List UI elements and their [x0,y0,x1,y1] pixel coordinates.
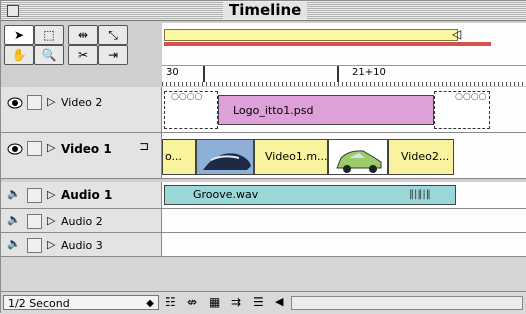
eye-icon[interactable] [7,141,23,155]
lock-box[interactable] [27,238,42,253]
in-point-marker[interactable] [200,66,205,82]
render-bar [164,42,491,46]
lock-box[interactable] [27,141,42,156]
clip-partial[interactable]: o... [162,139,196,175]
hand-tool[interactable]: ✋ [4,45,34,65]
work-area-bar[interactable] [164,29,458,41]
link-tool[interactable]: ⤡ [98,25,128,45]
expand-triangle-icon[interactable]: ▷ [47,238,55,251]
chevron-updown-icon: ◆ [146,298,154,309]
track-name-audio3: Audio 3 [61,239,103,252]
speaker-icon[interactable]: 🔈 [7,187,21,200]
timeline-window: Timeline ➤ ⬚ ⇹ ⤡ ✋ 🔍 ✂ ⇥ ◁ 30 21+10 ▷ Vi… [0,0,526,314]
track-tool[interactable]: ⇹ [68,25,98,45]
clip-groove-label: Groove.wav [193,188,259,201]
lock-box[interactable] [27,188,42,203]
scroll-left-arrow-icon[interactable]: ◀ [275,295,283,308]
ruler-label-start: 30 [166,67,179,78]
timeline-header: ◁ 30 21+10 [162,23,526,86]
lock-box[interactable] [27,214,42,229]
time-unit-select[interactable]: 1/2 Second ◆ [3,295,159,310]
expand-triangle-icon[interactable]: ▷ [47,95,55,108]
speaker-icon[interactable]: 🔈 [7,237,21,250]
empty-track-area[interactable] [1,257,526,291]
status-bar: 1/2 Second ◆ ☷ ⇎ ▦ ⇉ ☰ ◀ [1,291,526,314]
track-mode-icon[interactable]: ⊐ [139,139,149,153]
clip-logo[interactable]: Logo_itto1.psd [218,95,434,125]
zoom-tool[interactable]: 🔍 [34,45,64,65]
track-video1[interactable]: o... Video1.m... Video2... [162,133,526,179]
eye-icon[interactable] [7,95,23,109]
lock-box[interactable] [27,95,42,110]
track-name-video1: Video 1 [61,142,112,156]
edge-tool[interactable]: ⇥ [98,45,128,65]
car-thumbnail[interactable] [328,139,388,175]
sync-mode-icon[interactable]: ☰ [253,295,264,309]
edge-view-icon[interactable]: ▦ [209,295,220,309]
transition-out[interactable]: ○○○○ [434,91,490,129]
track-format-icon[interactable]: ☷ [165,295,176,309]
track-header-audio2[interactable]: 🔈 ▷ Audio 2 [1,209,162,233]
track-audio2[interactable] [162,209,526,233]
title-bar[interactable]: Timeline [1,1,526,21]
razor-tool[interactable]: ✂ [68,45,98,65]
select-tool[interactable]: ➤ [4,25,34,45]
track-header-video2[interactable]: ▷ Video 2 [1,87,162,133]
window-title: Timeline [223,2,308,19]
track-header-video1[interactable]: ▷ Video 1 ⊐ [1,133,162,179]
snap-edges-icon[interactable]: ⇎ [187,295,197,309]
tool-palette: ➤ ⬚ ⇹ ⤡ ✋ 🔍 ✂ ⇥ [4,25,156,85]
transition-in[interactable]: ○○○○ [164,91,218,129]
clip-video2[interactable]: Video2... [388,139,454,175]
shift-tracks-icon[interactable]: ⇉ [231,295,241,309]
track-audio1[interactable]: Groove.wav ‖|‖|‖ [162,182,526,209]
track-video2[interactable]: ○○○○ Logo_itto1.psd ○○○○ [162,87,526,133]
work-area-handle-icon[interactable]: ◁ [452,27,461,41]
waveform-icon: ‖|‖|‖ [409,189,431,200]
ruler-label-mid: 21+10 [352,67,386,78]
time-unit-label: 1/2 Second [8,297,70,310]
track-audio3[interactable] [162,233,526,257]
ruler-ticks [162,82,526,86]
track-header-audio1[interactable]: 🔈 ▷ Audio 1 [1,182,162,209]
clip-groove[interactable]: Groove.wav ‖|‖|‖ [164,185,456,205]
expand-triangle-icon[interactable]: ▷ [47,188,55,201]
close-box[interactable] [7,5,19,17]
clip-thumbnail[interactable] [196,139,254,175]
expand-triangle-icon[interactable]: ▷ [47,141,55,154]
time-ruler[interactable]: 30 21+10 [162,65,526,86]
marquee-tool[interactable]: ⬚ [34,25,64,45]
track-header-audio3[interactable]: 🔈 ▷ Audio 3 [1,233,162,257]
track-name-video2: Video 2 [61,96,103,109]
track-name-audio1: Audio 1 [61,188,113,202]
track-name-audio2: Audio 2 [61,215,103,228]
expand-triangle-icon[interactable]: ▷ [47,214,55,227]
speaker-icon[interactable]: 🔈 [7,213,21,226]
horizontal-scrollbar[interactable] [291,296,523,310]
clip-video1[interactable]: Video1.m... [254,139,328,175]
out-point-marker[interactable] [334,66,339,82]
